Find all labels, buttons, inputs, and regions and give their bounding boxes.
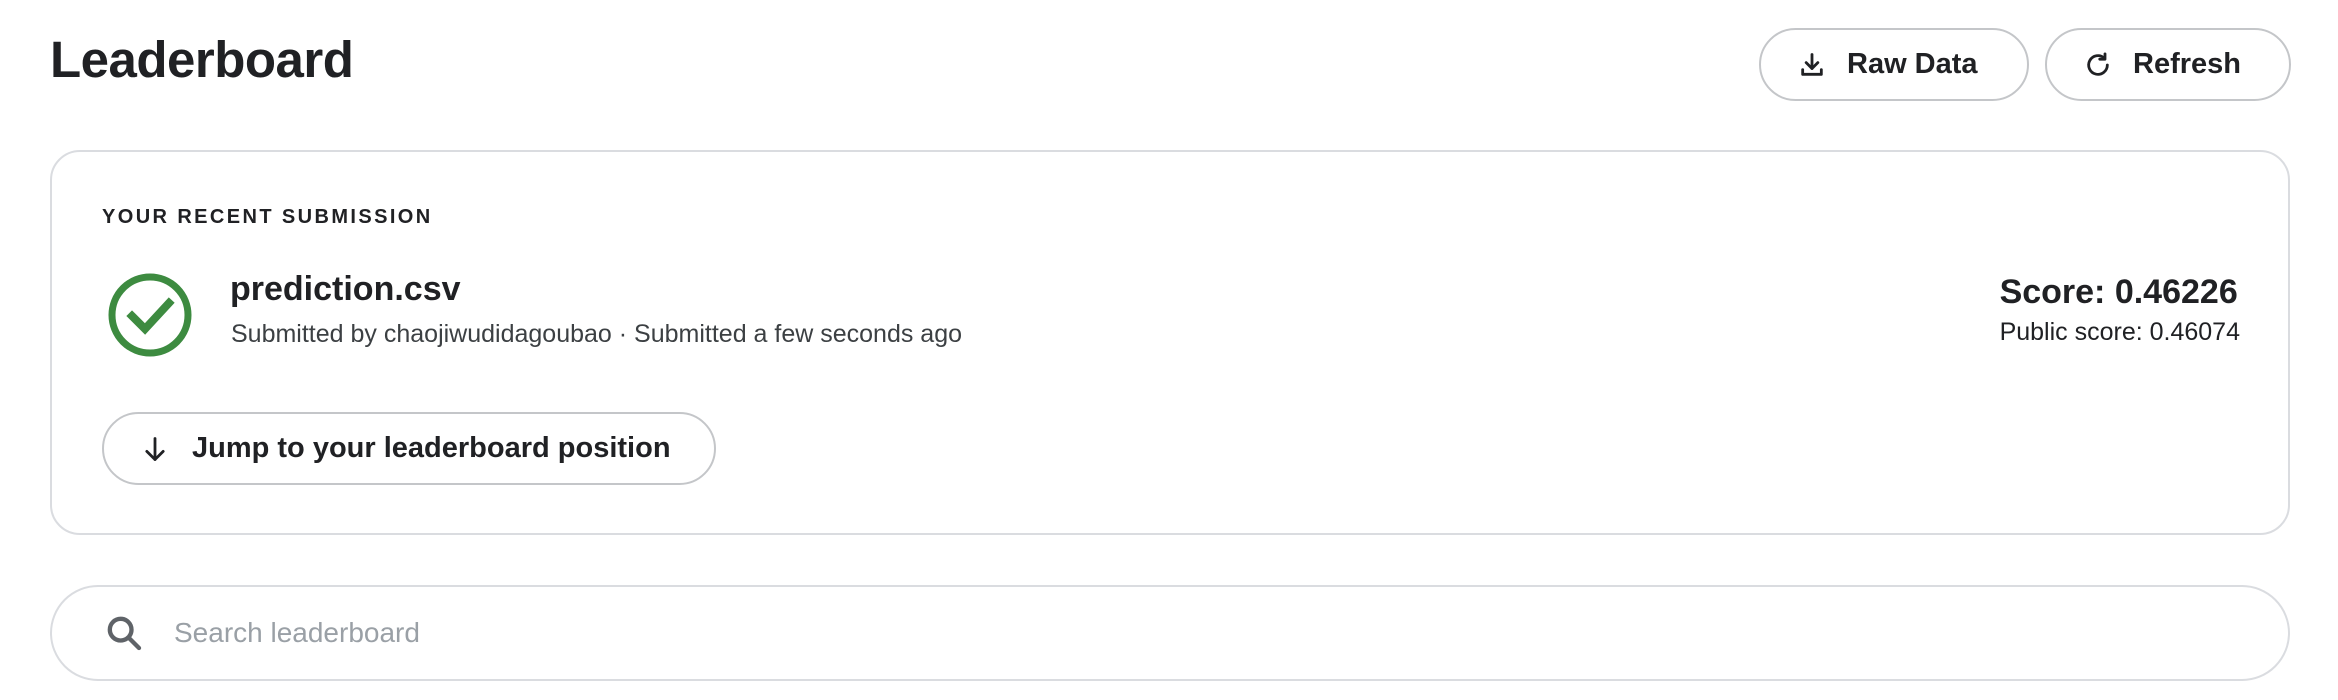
download-icon [1797,50,1827,80]
submission-file-name: prediction.csv [230,270,461,308]
public-score: Public score: 0.46074 [1999,318,2240,346]
submission-meta: Submitted by chaojiwudidagoubao · Submit… [231,320,963,348]
raw-data-label: Raw Data [1847,48,1978,80]
score-block: Score: 0.46226 Public score: 0.46074 [2000,270,2240,347]
refresh-icon [2083,50,2113,80]
arrow-down-icon [140,434,170,464]
recent-submission-card: YOUR RECENT SUBMISSION prediction.csv Su… [50,150,2290,535]
jump-label: Jump to your leaderboard position [192,432,671,464]
jump-to-position-button[interactable]: Jump to your leaderboard position [102,412,716,485]
page-title: Leaderboard [50,31,354,88]
refresh-button[interactable]: Refresh [2045,28,2291,101]
check-circle-icon [107,272,193,358]
search-bar[interactable] [50,585,2290,681]
private-score: Score: 0.46226 [1999,273,2238,311]
card-heading: YOUR RECENT SUBMISSION [102,206,433,228]
top-actions: Raw Data Refresh [1759,28,2291,101]
refresh-label: Refresh [2133,48,2241,80]
leaderboard-page: Leaderboard Raw Data Refresh YOUR RECENT… [0,0,2338,700]
raw-data-button[interactable]: Raw Data [1759,28,2029,101]
search-input[interactable] [172,602,2288,664]
search-icon [102,611,146,655]
